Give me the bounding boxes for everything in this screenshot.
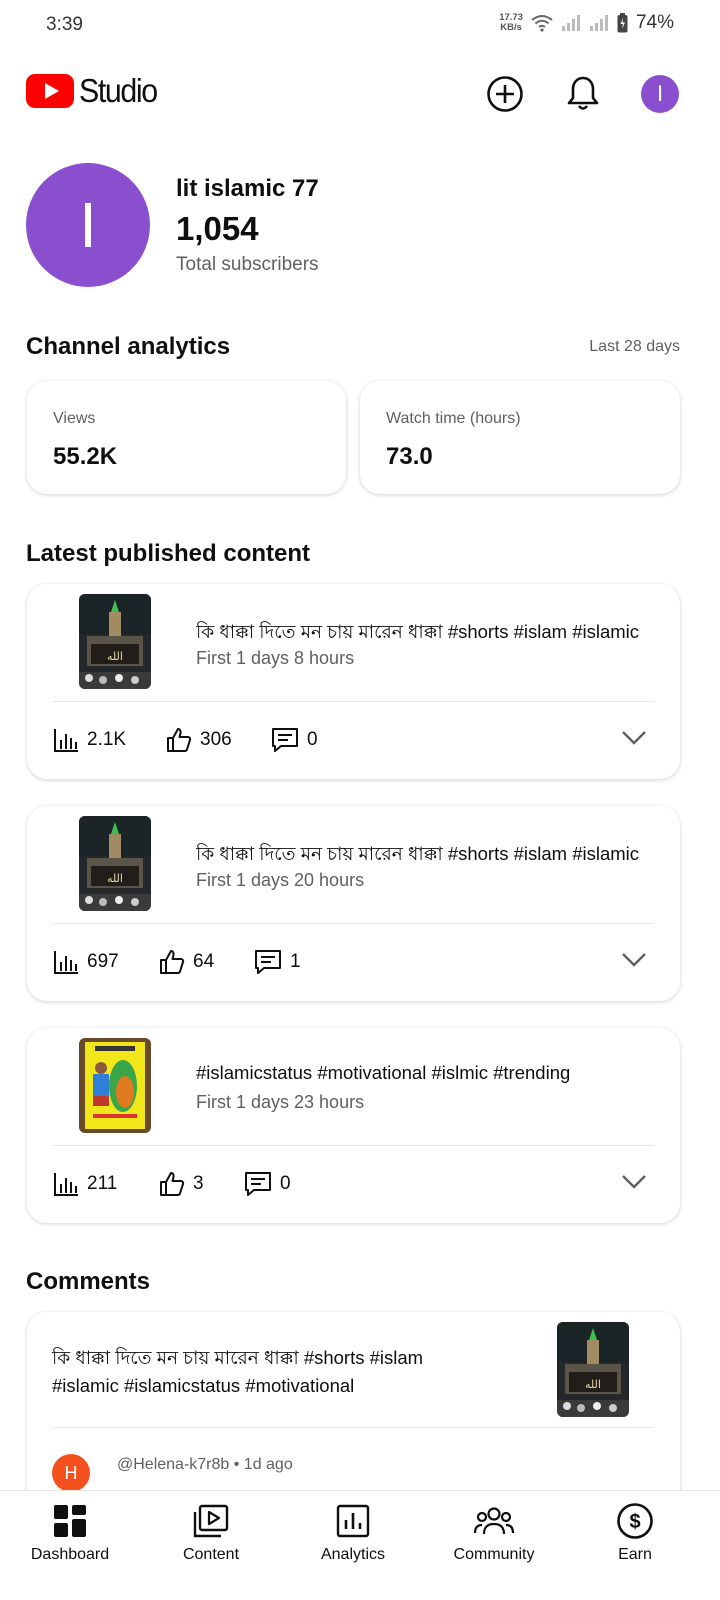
youtube-studio-logo: Studio [26,72,164,110]
community-icon [473,1499,515,1543]
chevron-down-icon [622,731,646,745]
nav-dashboard[interactable]: Dashboard [10,1499,130,1564]
views-card[interactable]: Views 55.2K [27,381,346,494]
expand-button[interactable] [621,730,647,751]
comment-icon [255,950,281,974]
likes-stat: 64 [159,949,214,975]
metric-label: Views [53,410,96,427]
thumbs-up-icon [167,728,192,752]
nav-label: Dashboard [30,1546,110,1563]
views-stat: 697 [53,949,119,975]
metric-label: Watch time (hours) [386,410,521,427]
bar-chart-icon [54,951,78,974]
divider [53,1145,654,1146]
chevron-down-icon [622,953,646,967]
svg-text:الله: الله [107,872,123,885]
battery-percent: 74% [635,12,674,33]
video-published: First 1 days 8 hours [196,648,355,668]
status-time: 3:39 [46,14,83,35]
watch-time-card[interactable]: Watch time (hours) 73.0 [360,381,680,494]
svg-text:الله: الله [107,650,123,663]
avatar: I [641,75,679,113]
nav-earn[interactable]: $ Earn [575,1499,695,1564]
youtube-play-icon [26,74,74,108]
content-card[interactable]: الله কি ধাক্কা দিতে মন চায় মারেন ধাক্কা… [27,806,680,1001]
comment-icon [245,1172,271,1196]
chevron-down-icon [622,1175,646,1189]
app-bar: Studio I [0,62,720,126]
video-published: First 1 days 20 hours [196,870,365,890]
analytics-range: Last 28 days [589,338,680,355]
views-stat: 2.1K [53,727,126,753]
comments-stat: 1 [254,949,301,975]
video-title: কি ধাক্কা দিতে মন চায় মারেন ধাক্কা #sho… [196,843,640,864]
video-thumbnail[interactable]: الله [79,594,151,689]
nav-community[interactable]: Community [434,1499,554,1564]
likes-stat: 3 [159,1171,204,1197]
comment-icon [272,728,298,752]
divider [53,701,654,702]
bottom-navigation: Dashboard Content Analytics Community $ … [0,1490,720,1600]
subscriber-label: Total subscribers [176,254,319,275]
expand-button[interactable] [621,952,647,973]
channel-header: I lit islamic 77 1,054 Total subscribers [26,163,686,287]
bell-icon [567,76,599,110]
bar-chart-icon [54,729,78,752]
divider [53,1427,654,1428]
channel-avatar[interactable]: I [26,163,150,287]
nav-label: Earn [618,1546,652,1563]
subscriber-count: 1,054 [176,210,259,247]
thumbs-up-icon [160,950,185,974]
svg-text:الله: الله [585,1378,601,1391]
video-published: First 1 days 23 hours [196,1092,365,1112]
expand-button[interactable] [621,1174,647,1195]
nav-content[interactable]: Content [151,1499,271,1564]
video-title: #islamicstatus #motivational #islmic #tr… [196,1062,571,1083]
video-title: কি ধাক্কা দিতে মন চায় মারেন ধাক্কা #sho… [196,621,640,642]
comment-meta: @Helena-k7r8b • 1d ago [117,1456,293,1473]
comments-stat: 0 [271,727,318,753]
metric-value: 73.0 [386,443,433,470]
video-thumbnail[interactable] [79,1038,151,1133]
wifi-icon [531,14,553,32]
earn-icon: $ [616,1499,654,1543]
metric-value: 55.2K [53,443,118,470]
comments-title: Comments [26,1268,151,1295]
status-bar: 3:39 17.73 KB/s 74% [0,0,720,54]
logo-text: Studio [79,72,158,109]
comments-stat: 0 [244,1171,291,1197]
nav-label: Analytics [320,1546,386,1563]
divider [53,923,654,924]
bar-chart-icon [54,1173,78,1196]
notifications-button[interactable] [561,72,605,116]
dashboard-icon [53,1499,87,1543]
account-button[interactable]: I [638,72,682,116]
thumbs-up-icon [160,1172,185,1196]
commenter-avatar[interactable]: H [52,1454,90,1492]
signal-icon [589,14,609,32]
svg-text:$: $ [629,1511,640,1533]
content-card[interactable]: #islamicstatus #motivational #islmic #tr… [27,1028,680,1223]
comment-card[interactable]: কি ধাক্কা দিতে মন চায় মারেন ধাক্কা #sho… [27,1312,680,1512]
analytics-icon [336,1499,370,1543]
channel-name: lit islamic 77 [176,175,319,202]
video-thumbnail[interactable]: الله [557,1322,629,1417]
status-icons: 17.73 KB/s 74% [499,12,674,34]
network-speed: 17.73 KB/s [499,12,523,33]
signal-icon [561,14,581,32]
analytics-title: Channel analytics [26,333,231,360]
video-thumbnail[interactable]: الله [79,816,151,911]
create-button[interactable] [483,72,527,116]
content-icon [193,1499,229,1543]
likes-stat: 306 [166,727,232,753]
latest-content-title: Latest published content [26,540,311,567]
content-card[interactable]: الله কি ধাক্কা দিতে মন চায় মারেন ধাক্কা… [27,584,680,779]
create-icon [487,76,523,112]
nav-analytics[interactable]: Analytics [293,1499,413,1564]
comment-video-title: কি ধাক্কা দিতে মন চায় মারেন ধাক্কা #sho… [52,1347,424,1396]
nav-label: Content [182,1546,240,1563]
views-stat: 211 [53,1171,117,1197]
nav-label: Community [453,1546,535,1563]
battery-icon [617,13,628,33]
